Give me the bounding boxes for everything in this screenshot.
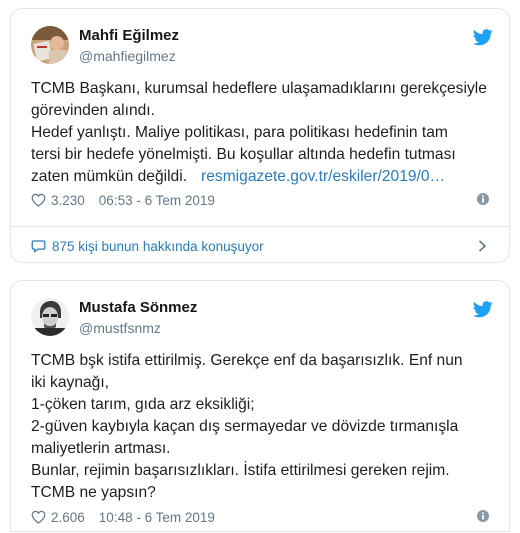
- author-handle[interactable]: @mahfiegilmez: [79, 48, 176, 64]
- tweet-text-line: tersi bir hedefe yönelmişti. Bu koşullar…: [31, 146, 456, 163]
- tweet-timestamp[interactable]: 10:48 - 6 Tem 2019: [99, 510, 215, 525]
- tweet-link[interactable]: resmigazete.gov.tr/eskiler/2019/0…: [201, 168, 445, 185]
- conversation-label[interactable]: 875 kişi bunun hakkında konuşuyor: [52, 239, 264, 254]
- info-icon[interactable]: [477, 193, 489, 205]
- tweet-text-line: TCMB bşk istifa ettirilmiş. Gerekçe enf …: [31, 352, 463, 369]
- divider: [11, 226, 509, 227]
- tweet-meta: 3.230 06:53 - 6 Tem 2019: [31, 190, 489, 210]
- like-count[interactable]: 2.606: [51, 510, 85, 525]
- tweet-text-line: 1-çöken tarım, gıda arz eksikliği;: [31, 396, 255, 413]
- tweet-meta: 2.606 10:48 - 6 Tem 2019: [31, 507, 489, 527]
- tweet-text-line: 2-güven kaybıyla kaçan dış sermayedar ve…: [31, 418, 459, 435]
- tweet-text-line: görevinden alındı.: [31, 102, 155, 119]
- tweet-text-line: maliyetlerin artması.: [31, 440, 171, 457]
- tweet-text-line: iki kaynağı,: [31, 374, 110, 391]
- tweet-card-mustafa[interactable]: Mustafa Sönmez @mustfsnmz TCMB bşk istif…: [10, 280, 510, 532]
- tweet-text-line: Hedef yanlıştı. Maliye politikası, para …: [31, 124, 448, 141]
- chevron-right-icon[interactable]: [478, 240, 487, 252]
- tweet-text: TCMB Başkanı, kurumsal hedeflere ulaşama…: [31, 78, 491, 188]
- heart-icon[interactable]: [31, 510, 46, 524]
- speech-bubble-icon: [31, 240, 46, 253]
- info-icon[interactable]: [477, 510, 489, 522]
- tweet-text-line: TCMB ne yapsın?: [31, 484, 156, 501]
- tweet-card-mahfi[interactable]: Mahfi Eğilmez @mahfiegilmez TCMB Başkanı…: [10, 8, 510, 263]
- tweet-text: TCMB bşk istifa ettirilmiş. Gerekçe enf …: [31, 350, 491, 504]
- twitter-bird-icon[interactable]: [472, 301, 493, 318]
- author-name[interactable]: Mahfi Eğilmez: [79, 27, 179, 44]
- author-handle[interactable]: @mustfsnmz: [79, 320, 161, 336]
- twitter-bird-icon[interactable]: [472, 29, 493, 46]
- conversation-link[interactable]: 875 kişi bunun hakkında konuşuyor: [31, 228, 489, 264]
- tweet-text-line: zaten mümkün değildi.: [31, 168, 188, 185]
- avatar-mustafa[interactable]: [31, 298, 69, 336]
- avatar-mahfi[interactable]: [31, 26, 69, 64]
- tweet-timestamp[interactable]: 06:53 - 6 Tem 2019: [99, 193, 215, 208]
- author-name[interactable]: Mustafa Sönmez: [79, 299, 197, 316]
- like-count[interactable]: 3.230: [51, 193, 85, 208]
- tweet-text-line: Bunlar, rejimin başarısızlıkları. İstifa…: [31, 462, 450, 479]
- tweet-text-line: TCMB Başkanı, kurumsal hedeflere ulaşama…: [31, 80, 487, 97]
- heart-icon[interactable]: [31, 193, 46, 207]
